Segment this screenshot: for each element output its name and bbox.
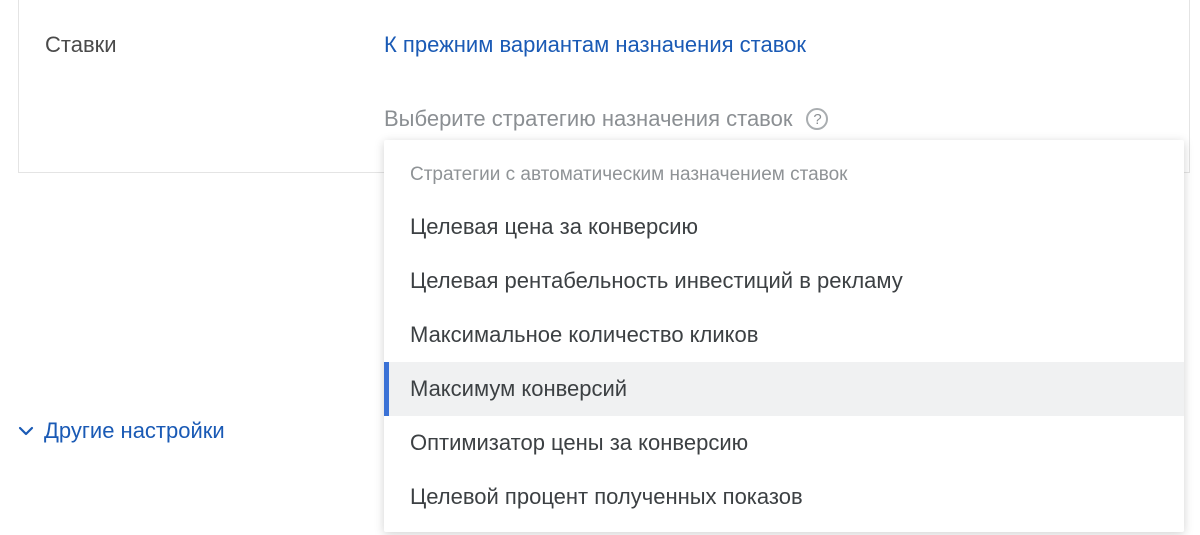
strategy-subheading: Выберите стратегию назначения ставок bbox=[384, 106, 792, 132]
other-settings-label: Другие настройки bbox=[44, 418, 225, 444]
chevron-down-icon bbox=[18, 423, 34, 439]
dropdown-item[interactable]: Оптимизатор цены за конверсию bbox=[384, 416, 1184, 470]
help-icon[interactable]: ? bbox=[806, 108, 828, 130]
section-label: Ставки bbox=[19, 32, 384, 132]
other-settings-toggle[interactable]: Другие настройки bbox=[18, 418, 225, 444]
section-content: К прежним вариантам назначения ставок Вы… bbox=[384, 32, 1189, 132]
back-to-previous-link[interactable]: К прежним вариантам назначения ставок bbox=[384, 32, 806, 58]
dropdown-item[interactable]: Целевая рентабельность инвестиций в рекл… bbox=[384, 254, 1184, 308]
dropdown-item[interactable]: Целевая цена за конверсию bbox=[384, 200, 1184, 254]
strategy-dropdown: Стратегии с автоматическим назначением с… bbox=[384, 140, 1184, 532]
dropdown-item[interactable]: Максимум конверсий bbox=[384, 362, 1184, 416]
dropdown-item[interactable]: Целевой процент полученных показов bbox=[384, 470, 1184, 524]
dropdown-section-label: Стратегии с автоматическим назначением с… bbox=[384, 146, 1184, 200]
dropdown-item[interactable]: Максимальное количество кликов bbox=[384, 308, 1184, 362]
subheading-row: Выберите стратегию назначения ставок ? bbox=[384, 106, 1189, 132]
